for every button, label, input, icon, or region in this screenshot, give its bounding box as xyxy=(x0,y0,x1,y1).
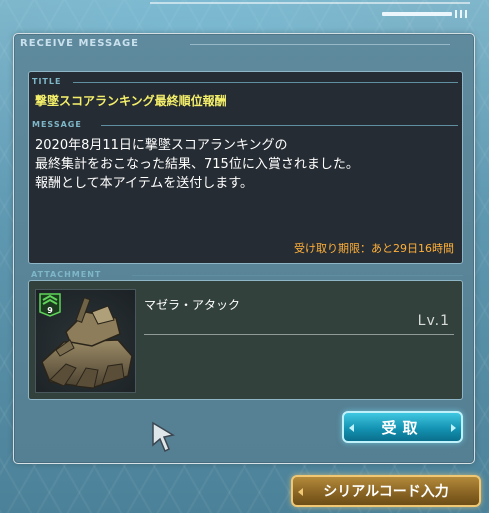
message-line: 2020年8月11日に撃墜スコアランキングの xyxy=(35,138,288,153)
top-deco-tick xyxy=(455,10,457,18)
serial-code-button[interactable]: シリアルコード入力 xyxy=(291,475,481,507)
receive-message-dialog: RECEIVE MESSAGE TITLE 撃墜スコアランキング最終順位報酬 M… xyxy=(13,33,475,464)
attachment-label-divider xyxy=(132,275,463,276)
title-label: TITLE xyxy=(32,77,62,86)
receive-deadline: 受け取り期限：あと29日16時間 xyxy=(294,242,454,255)
top-deco-bar xyxy=(382,12,452,16)
message-line: 報酬として本アイテムを送付します。 xyxy=(35,176,254,191)
serial-code-button-label: シリアルコード入力 xyxy=(323,484,449,500)
dialog-header: RECEIVE MESSAGE xyxy=(20,38,139,49)
title-label-divider xyxy=(73,82,458,83)
top-deco-tick xyxy=(460,10,462,18)
item-name: マゼラ・アタック xyxy=(144,298,241,312)
header-divider xyxy=(190,44,450,45)
attachment-box: 9 マゼラ・アタック Lv.1 xyxy=(28,280,463,400)
top-deco-line xyxy=(150,2,470,4)
attachment-label: ATTACHMENT xyxy=(31,270,102,279)
item-thumbnail: 9 xyxy=(35,289,136,393)
top-deco-tick xyxy=(465,10,467,18)
receive-button-label: 受取 xyxy=(381,418,424,437)
top-deco xyxy=(382,10,467,18)
message-box: TITLE 撃墜スコアランキング最終順位報酬 MESSAGE 2020年8月11… xyxy=(28,71,463,264)
message-label-divider xyxy=(101,125,458,126)
item-divider xyxy=(144,334,454,335)
receive-button[interactable]: 受取 xyxy=(342,411,463,443)
item-level: Lv.1 xyxy=(417,313,450,329)
message-title: 撃墜スコアランキング最終順位報酬 xyxy=(35,94,227,108)
button-arrow-left-icon xyxy=(298,488,303,496)
message-line: 最終集計をおこなった結果、715位に入賞されました。 xyxy=(35,157,359,172)
rank-badge-number: 9 xyxy=(47,306,53,315)
message-label: MESSAGE xyxy=(32,120,82,129)
button-arrow-right-icon xyxy=(451,424,456,432)
button-arrow-left-icon xyxy=(349,424,354,432)
message-body: 2020年8月11日に撃墜スコアランキングの 最終集計をおこなった結果、715位… xyxy=(35,136,455,193)
rank-badge-icon: 9 xyxy=(39,293,61,317)
mouse-cursor-icon xyxy=(152,421,175,453)
